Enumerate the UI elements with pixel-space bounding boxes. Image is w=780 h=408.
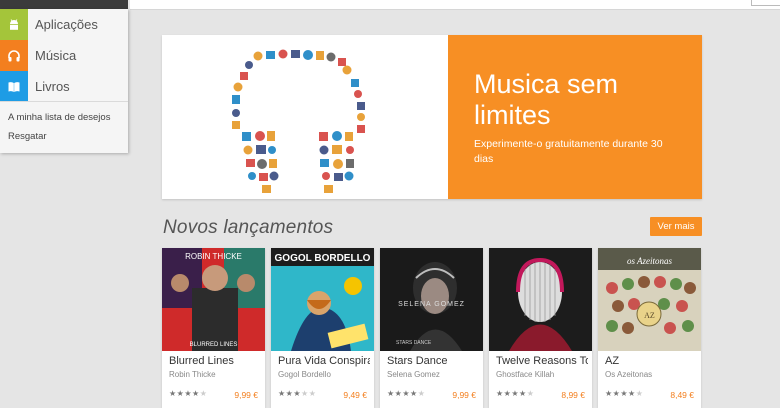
album-cover: ROBIN THICKE BLURRED LINES [162,248,265,351]
section-title: Novos lançamentos [163,217,334,238]
search-bar-area[interactable] [130,0,780,10]
cover-text: AZ [644,311,655,320]
wishlist-link[interactable]: A minha lista de desejos [8,112,110,123]
album-card[interactable]: ROBIN THICKE BLURRED LINES Blurred Lines… [162,248,265,408]
album-artist: Robin Thicke [169,370,216,379]
album-card[interactable]: Twelve Reasons To Ghostface Killah ★★★★★… [489,248,592,408]
album-artist: Os Azeitonas [605,370,653,379]
cover-text: STARS DANCE [396,340,432,346]
book-icon [0,71,28,102]
sidebar-item-label: Música [35,48,77,63]
album-card[interactable]: GOGOL BORDELLO Pura Vida Conspira Gogol … [271,248,374,408]
cover-text: os Azeitonas [627,256,673,266]
promo-banner[interactable]: Musica sem limites Experimente-o gratuit… [162,35,702,199]
android-icon [0,9,28,40]
album-price[interactable]: 8,99 € [561,390,585,400]
sidebar-item-label: Aplicações [35,17,98,32]
cover-text: GOGOL BORDELLO [275,253,371,264]
album-artist: Selena Gomez [387,370,440,379]
album-card[interactable]: os Azeitonas AZ AZ Os Azeitonas ★★★★★ 8,… [598,248,701,408]
sidebar-item-apps[interactable]: Aplicações [0,9,128,40]
rating-stars: ★★★★★ [496,389,535,398]
see-more-button[interactable]: Ver mais [650,217,702,236]
album-artist: Gogol Bordello [278,370,331,379]
promo-subtitle: Experimente-o gratuitamente durante 30 d… [474,138,663,165]
top-bar-dark-segment [0,0,128,9]
album-title: AZ [605,355,620,367]
sidebar: Aplicações Música Livros A minha lista d… [0,9,128,153]
top-bar [0,0,780,10]
sidebar-item-books[interactable]: Livros [0,71,128,102]
album-price[interactable]: 9,99 € [234,390,258,400]
album-artist: Ghostface Killah [496,370,555,379]
top-bar-edge [751,0,780,6]
album-title: Blurred Lines [169,355,234,367]
album-card[interactable]: SELENA GOMEZ STARS DANCE Stars Dance Sel… [380,248,483,408]
album-cover: GOGOL BORDELLO [271,248,374,351]
redeem-link[interactable]: Resgatar [8,131,47,142]
rating-stars: ★★★★★ [169,389,208,398]
headphones-icon [0,40,28,71]
album-price[interactable]: 9,49 € [343,390,367,400]
sidebar-item-label: Livros [35,79,70,94]
promo-title: Musica sem limites [474,69,619,130]
album-title: Twelve Reasons To [496,355,588,367]
rating-stars: ★★★★★ [605,389,644,398]
album-cover: SELENA GOMEZ STARS DANCE [380,248,483,351]
cover-text: SELENA GOMEZ [398,301,465,308]
album-price[interactable]: 9,99 € [452,390,476,400]
sidebar-divider [0,101,128,102]
headphones-illustration [162,35,448,199]
album-title: Pura Vida Conspira [278,355,370,367]
album-title: Stars Dance [387,355,448,367]
promo-panel[interactable]: Musica sem limites Experimente-o gratuit… [448,35,702,199]
album-price[interactable]: 8,49 € [670,390,694,400]
rating-stars: ★★★★★ [278,389,317,398]
album-cover [489,248,592,351]
cover-text: BLURRED LINES [190,342,238,348]
album-cover: os Azeitonas AZ [598,248,701,351]
rating-stars: ★★★★★ [387,389,426,398]
cover-text: ROBIN THICKE [185,252,242,261]
sidebar-item-music[interactable]: Música [0,40,128,71]
